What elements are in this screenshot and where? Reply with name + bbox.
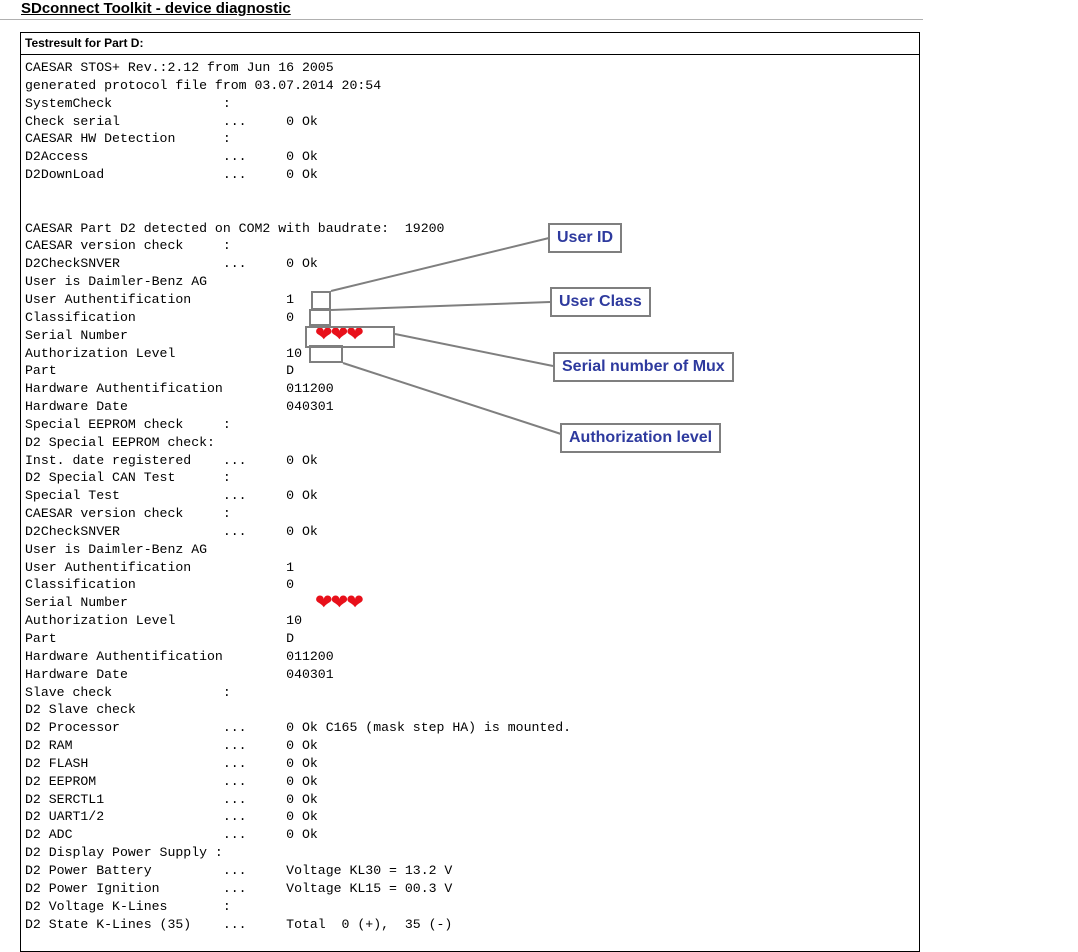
callout-authorization-level: Authorization level	[560, 423, 722, 453]
callout-user-id: User ID	[548, 223, 623, 253]
leader-authorization-level	[342, 362, 562, 435]
leader-user-class	[330, 301, 551, 311]
callout-serial-number-of-mux: Serial number of Mux	[553, 352, 734, 382]
callout-leader-lines	[330, 237, 562, 435]
leader-serial-number	[394, 333, 554, 367]
leader-user-id	[330, 237, 550, 292]
callout-user-class: User Class	[550, 287, 651, 317]
